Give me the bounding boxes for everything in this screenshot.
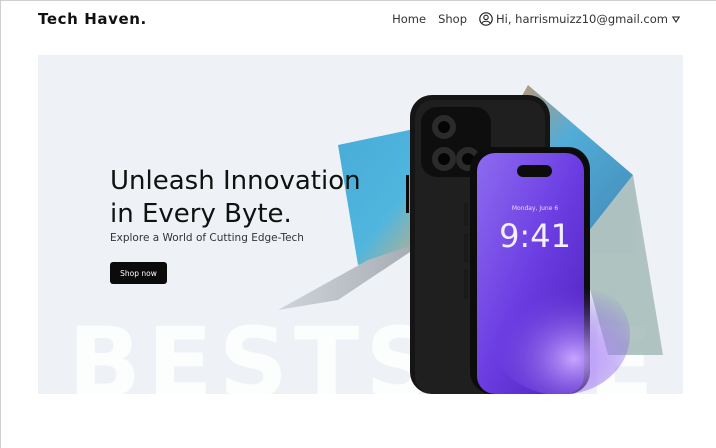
phone-time-text: 9:41 bbox=[499, 217, 571, 255]
main-nav: Home Shop Hi, harrismuizz10@gmail.com bbox=[392, 12, 683, 26]
user-menu[interactable]: Hi, harrismuizz10@gmail.com bbox=[479, 12, 683, 26]
phone-date-text: Monday, June 6 bbox=[512, 205, 558, 212]
chevron-down-icon[interactable] bbox=[672, 15, 680, 23]
brand-logo[interactable]: Tech Haven. bbox=[38, 10, 147, 28]
hero-heading-line-2: in Every Byte. bbox=[110, 199, 292, 229]
hero-banner: BESTSALE Monday, June 6 9:41 Unleash Inn… bbox=[38, 55, 683, 394]
hero-subtitle: Explore a World of Cutting Edge-Tech bbox=[110, 232, 304, 244]
nav-link-shop[interactable]: Shop bbox=[438, 12, 467, 26]
user-account-icon bbox=[479, 12, 493, 26]
user-greeting: Hi, harrismuizz10@gmail.com bbox=[496, 12, 668, 26]
hero-heading: Unleash Innovation in Every Byte. bbox=[110, 165, 410, 231]
shop-now-button[interactable]: Shop now bbox=[110, 262, 167, 284]
nav-link-home[interactable]: Home bbox=[392, 12, 426, 26]
hero-heading-line-1: Unleash Innovation bbox=[110, 166, 361, 196]
top-header: Tech Haven. Home Shop Hi, harrismuizz10@… bbox=[1, 1, 716, 39]
